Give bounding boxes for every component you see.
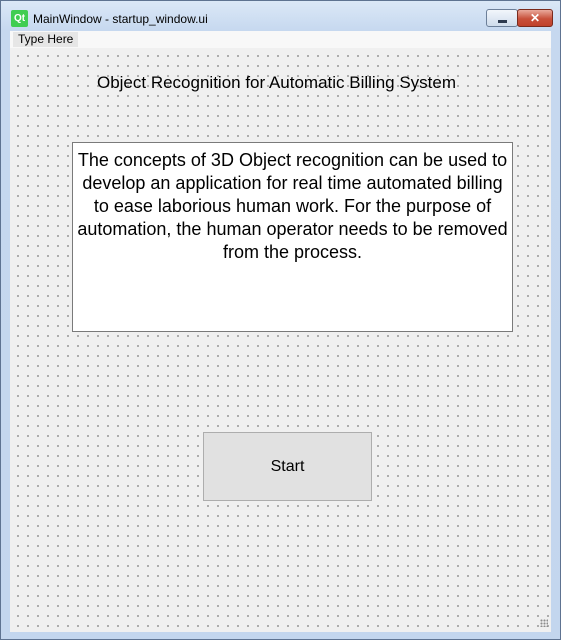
- close-icon: ✕: [529, 11, 541, 25]
- page-heading: Object Recognition for Automatic Billing…: [96, 73, 457, 92]
- close-button[interactable]: ✕: [517, 9, 553, 27]
- minimize-icon: [497, 19, 507, 23]
- title-bar[interactable]: Qt MainWindow - startup_window.ui ✕: [1, 1, 560, 31]
- main-window: Qt MainWindow - startup_window.ui ✕ Type…: [0, 0, 561, 640]
- minimize-button[interactable]: [486, 9, 518, 27]
- form-canvas: [10, 48, 551, 632]
- qt-logo-icon: Qt: [11, 10, 28, 27]
- start-button[interactable]: Start: [203, 432, 372, 501]
- menu-item-type-here[interactable]: Type Here: [13, 32, 79, 47]
- description-text-box: The concepts of 3D Object recognition ca…: [72, 142, 513, 332]
- resize-grip-icon[interactable]: [540, 619, 548, 627]
- window-title: MainWindow - startup_window.ui: [33, 12, 208, 26]
- menu-bar: Type Here: [10, 31, 551, 48]
